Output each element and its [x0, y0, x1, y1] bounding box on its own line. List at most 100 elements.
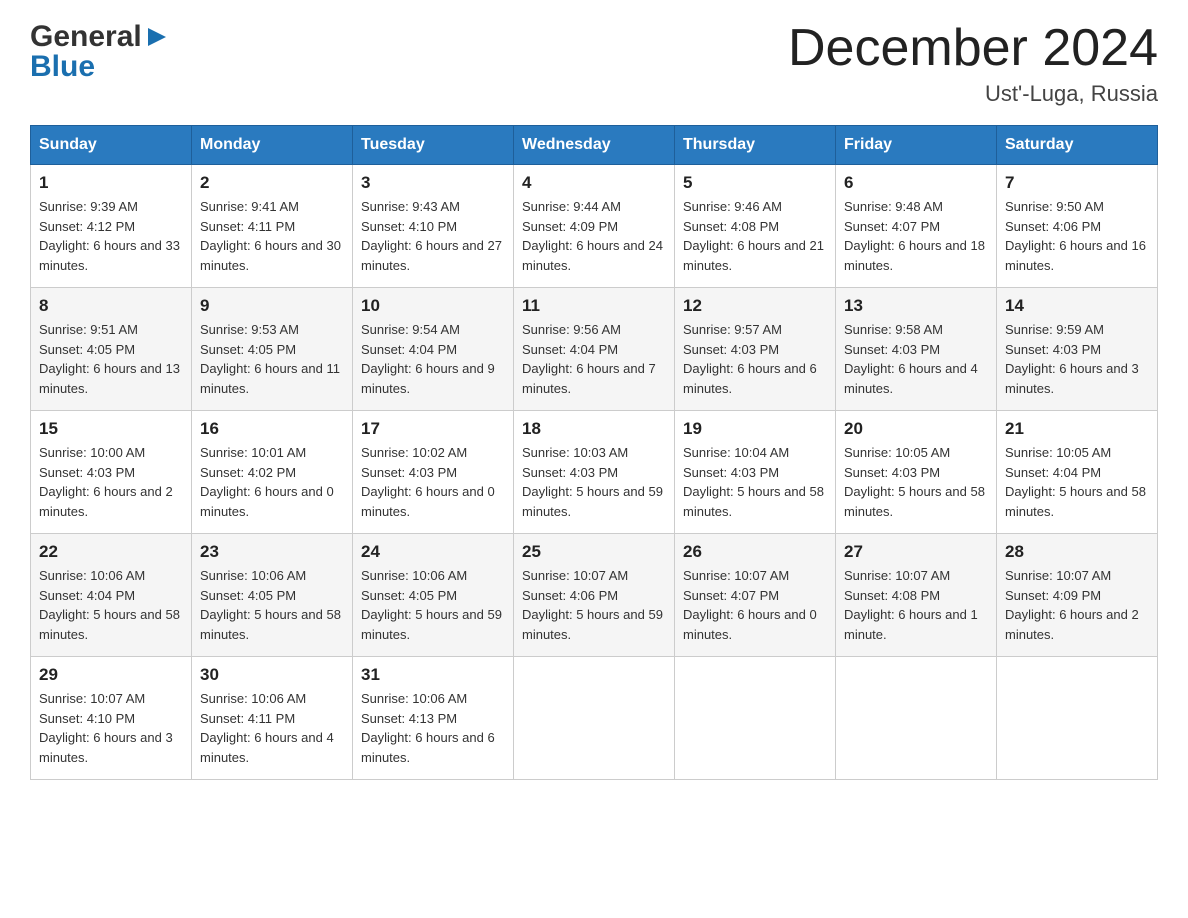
- calendar-cell: 6 Sunrise: 9:48 AM Sunset: 4:07 PM Dayli…: [836, 165, 997, 288]
- day-number: 20: [844, 419, 988, 439]
- sunrise-label: Sunrise: 9:50 AM: [1005, 199, 1104, 214]
- month-title: December 2024: [788, 20, 1158, 77]
- logo: General Blue: [30, 20, 170, 84]
- sunrise-label: Sunrise: 9:56 AM: [522, 322, 621, 337]
- calendar-cell: 18 Sunrise: 10:03 AM Sunset: 4:03 PM Day…: [514, 411, 675, 534]
- day-info: Sunrise: 10:07 AM Sunset: 4:10 PM Daylig…: [39, 689, 183, 767]
- calendar-cell: 10 Sunrise: 9:54 AM Sunset: 4:04 PM Dayl…: [353, 288, 514, 411]
- calendar-cell: 8 Sunrise: 9:51 AM Sunset: 4:05 PM Dayli…: [31, 288, 192, 411]
- daylight-label: Daylight: 5 hours and 59 minutes.: [522, 607, 663, 642]
- sunrise-label: Sunrise: 9:58 AM: [844, 322, 943, 337]
- sunset-label: Sunset: 4:03 PM: [844, 342, 940, 357]
- sunset-label: Sunset: 4:03 PM: [39, 465, 135, 480]
- calendar-cell: [675, 657, 836, 780]
- logo-text-block: General Blue: [30, 20, 170, 84]
- day-info: Sunrise: 10:07 AM Sunset: 4:07 PM Daylig…: [683, 566, 827, 644]
- day-info: Sunrise: 10:07 AM Sunset: 4:09 PM Daylig…: [1005, 566, 1149, 644]
- day-number: 24: [361, 542, 505, 562]
- day-number: 31: [361, 665, 505, 685]
- sunrise-label: Sunrise: 10:07 AM: [844, 568, 950, 583]
- logo-arrow-icon: [144, 24, 170, 50]
- weekday-header-row: SundayMondayTuesdayWednesdayThursdayFrid…: [31, 126, 1158, 165]
- day-info: Sunrise: 10:06 AM Sunset: 4:05 PM Daylig…: [361, 566, 505, 644]
- sunset-label: Sunset: 4:08 PM: [683, 219, 779, 234]
- sunrise-label: Sunrise: 10:01 AM: [200, 445, 306, 460]
- calendar-cell: 15 Sunrise: 10:00 AM Sunset: 4:03 PM Day…: [31, 411, 192, 534]
- calendar-table: SundayMondayTuesdayWednesdayThursdayFrid…: [30, 125, 1158, 780]
- sunset-label: Sunset: 4:03 PM: [844, 465, 940, 480]
- calendar-cell: 20 Sunrise: 10:05 AM Sunset: 4:03 PM Day…: [836, 411, 997, 534]
- day-info: Sunrise: 10:05 AM Sunset: 4:04 PM Daylig…: [1005, 443, 1149, 521]
- calendar-cell: 19 Sunrise: 10:04 AM Sunset: 4:03 PM Day…: [675, 411, 836, 534]
- sunset-label: Sunset: 4:06 PM: [522, 588, 618, 603]
- sunrise-label: Sunrise: 10:04 AM: [683, 445, 789, 460]
- daylight-label: Daylight: 6 hours and 0 minutes.: [361, 484, 495, 519]
- sunrise-label: Sunrise: 9:53 AM: [200, 322, 299, 337]
- day-info: Sunrise: 10:06 AM Sunset: 4:04 PM Daylig…: [39, 566, 183, 644]
- daylight-label: Daylight: 6 hours and 16 minutes.: [1005, 238, 1146, 273]
- sunset-label: Sunset: 4:13 PM: [361, 711, 457, 726]
- day-number: 25: [522, 542, 666, 562]
- calendar-cell: 26 Sunrise: 10:07 AM Sunset: 4:07 PM Day…: [675, 534, 836, 657]
- daylight-label: Daylight: 6 hours and 24 minutes.: [522, 238, 663, 273]
- sunset-label: Sunset: 4:10 PM: [361, 219, 457, 234]
- day-info: Sunrise: 10:07 AM Sunset: 4:06 PM Daylig…: [522, 566, 666, 644]
- day-info: Sunrise: 9:48 AM Sunset: 4:07 PM Dayligh…: [844, 197, 988, 275]
- day-number: 28: [1005, 542, 1149, 562]
- day-number: 30: [200, 665, 344, 685]
- daylight-label: Daylight: 5 hours and 58 minutes.: [683, 484, 824, 519]
- day-info: Sunrise: 10:04 AM Sunset: 4:03 PM Daylig…: [683, 443, 827, 521]
- sunrise-label: Sunrise: 9:43 AM: [361, 199, 460, 214]
- sunset-label: Sunset: 4:04 PM: [1005, 465, 1101, 480]
- day-number: 29: [39, 665, 183, 685]
- day-info: Sunrise: 10:06 AM Sunset: 4:05 PM Daylig…: [200, 566, 344, 644]
- sunrise-label: Sunrise: 9:59 AM: [1005, 322, 1104, 337]
- day-info: Sunrise: 9:46 AM Sunset: 4:08 PM Dayligh…: [683, 197, 827, 275]
- day-info: Sunrise: 9:54 AM Sunset: 4:04 PM Dayligh…: [361, 320, 505, 398]
- daylight-label: Daylight: 6 hours and 21 minutes.: [683, 238, 824, 273]
- sunset-label: Sunset: 4:03 PM: [1005, 342, 1101, 357]
- day-number: 12: [683, 296, 827, 316]
- daylight-label: Daylight: 5 hours and 59 minutes.: [522, 484, 663, 519]
- calendar-cell: [514, 657, 675, 780]
- calendar-cell: 16 Sunrise: 10:01 AM Sunset: 4:02 PM Day…: [192, 411, 353, 534]
- day-info: Sunrise: 10:02 AM Sunset: 4:03 PM Daylig…: [361, 443, 505, 521]
- sunrise-label: Sunrise: 9:39 AM: [39, 199, 138, 214]
- day-number: 9: [200, 296, 344, 316]
- sunrise-label: Sunrise: 9:54 AM: [361, 322, 460, 337]
- day-number: 23: [200, 542, 344, 562]
- day-number: 16: [200, 419, 344, 439]
- day-info: Sunrise: 10:00 AM Sunset: 4:03 PM Daylig…: [39, 443, 183, 521]
- sunset-label: Sunset: 4:05 PM: [361, 588, 457, 603]
- daylight-label: Daylight: 6 hours and 18 minutes.: [844, 238, 985, 273]
- day-number: 1: [39, 173, 183, 193]
- sunset-label: Sunset: 4:08 PM: [844, 588, 940, 603]
- day-number: 6: [844, 173, 988, 193]
- calendar-cell: 21 Sunrise: 10:05 AM Sunset: 4:04 PM Day…: [997, 411, 1158, 534]
- sunset-label: Sunset: 4:02 PM: [200, 465, 296, 480]
- day-info: Sunrise: 9:57 AM Sunset: 4:03 PM Dayligh…: [683, 320, 827, 398]
- daylight-label: Daylight: 6 hours and 4 minutes.: [844, 361, 978, 396]
- calendar-cell: 2 Sunrise: 9:41 AM Sunset: 4:11 PM Dayli…: [192, 165, 353, 288]
- day-info: Sunrise: 10:03 AM Sunset: 4:03 PM Daylig…: [522, 443, 666, 521]
- day-number: 5: [683, 173, 827, 193]
- daylight-label: Daylight: 6 hours and 2 minutes.: [39, 484, 173, 519]
- day-number: 4: [522, 173, 666, 193]
- day-number: 13: [844, 296, 988, 316]
- page-header: General Blue December 2024 Ust'-Luga, Ru…: [30, 20, 1158, 107]
- sunset-label: Sunset: 4:07 PM: [844, 219, 940, 234]
- sunset-label: Sunset: 4:09 PM: [522, 219, 618, 234]
- weekday-header-monday: Monday: [192, 126, 353, 165]
- sunrise-label: Sunrise: 10:06 AM: [39, 568, 145, 583]
- day-info: Sunrise: 10:06 AM Sunset: 4:11 PM Daylig…: [200, 689, 344, 767]
- day-number: 8: [39, 296, 183, 316]
- daylight-label: Daylight: 6 hours and 3 minutes.: [1005, 361, 1139, 396]
- calendar-cell: 11 Sunrise: 9:56 AM Sunset: 4:04 PM Dayl…: [514, 288, 675, 411]
- calendar-cell: 24 Sunrise: 10:06 AM Sunset: 4:05 PM Day…: [353, 534, 514, 657]
- sunrise-label: Sunrise: 10:06 AM: [200, 691, 306, 706]
- calendar-cell: 9 Sunrise: 9:53 AM Sunset: 4:05 PM Dayli…: [192, 288, 353, 411]
- weekday-header-wednesday: Wednesday: [514, 126, 675, 165]
- daylight-label: Daylight: 6 hours and 4 minutes.: [200, 730, 334, 765]
- calendar-cell: 12 Sunrise: 9:57 AM Sunset: 4:03 PM Dayl…: [675, 288, 836, 411]
- day-info: Sunrise: 9:43 AM Sunset: 4:10 PM Dayligh…: [361, 197, 505, 275]
